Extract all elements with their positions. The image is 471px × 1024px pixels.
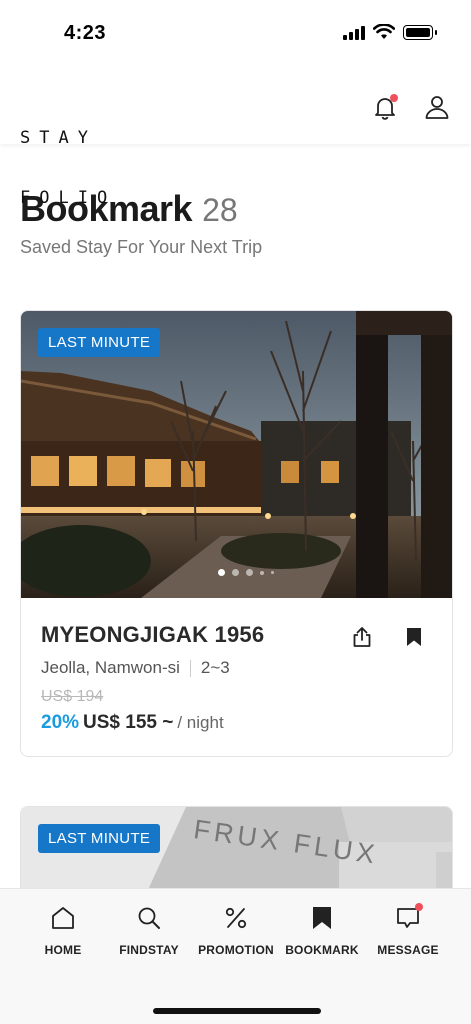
profile-button[interactable]	[422, 92, 452, 122]
stay-name[interactable]: MYEONGJIGAK 1956	[41, 622, 264, 648]
bookmark-page: Bookmark 28 Saved Stay For Your Next Tri…	[0, 144, 471, 888]
search-icon	[138, 907, 160, 929]
app-header: STAY FOLIO	[0, 70, 471, 208]
price-unit: / night	[177, 713, 224, 732]
nav-message-label: MESSAGE	[377, 943, 439, 957]
bookmark-toggle-button[interactable]	[401, 624, 427, 650]
pagination-dot[interactable]	[260, 570, 264, 575]
cellular-signal-icon	[343, 24, 365, 40]
stayfolio-logo[interactable]: STAY FOLIO	[20, 88, 135, 248]
nav-findstay[interactable]: FINDSTAY	[104, 903, 194, 957]
logo-line-2: FOLIO	[20, 188, 117, 208]
logo-line-1: STAY	[20, 128, 97, 148]
pagination-dot[interactable]	[232, 569, 239, 576]
notification-dot	[390, 94, 398, 102]
bookmark-icon	[313, 907, 331, 929]
status-icons	[343, 24, 437, 40]
sale-price: US$ 155 ~	[83, 712, 174, 733]
pagination-dot[interactable]	[218, 569, 225, 576]
stay-photo[interactable]: LAST MINUTE	[21, 311, 452, 598]
pagination-dot[interactable]	[246, 569, 253, 576]
bottom-navigation: HOME FINDSTAY PROMOTION BOOKMARK MESSAGE	[0, 888, 471, 1024]
stay-guests: 2~3	[200, 658, 230, 677]
last-minute-badge: LAST MINUTE	[38, 328, 161, 357]
bookmark-filled-icon	[407, 628, 421, 646]
price-row: 20% US$ 155 ~ / night	[41, 712, 224, 734]
home-indicator[interactable]	[153, 1008, 321, 1014]
nav-promotion-label: PROMOTION	[198, 943, 274, 957]
stay-card[interactable]: LAST MINUTE MYEONGJIGAK 1956 Jeolla, Nam…	[20, 310, 453, 757]
user-icon	[425, 96, 449, 119]
share-button[interactable]	[349, 624, 375, 650]
nav-bookmark-label: BOOKMARK	[285, 943, 359, 957]
status-time: 4:23	[64, 22, 107, 44]
divider	[189, 659, 191, 677]
nav-message[interactable]: MESSAGE	[363, 903, 453, 957]
nav-home-label: HOME	[44, 943, 82, 957]
stay-location-row: Jeolla, Namwon-si 2~3	[41, 658, 230, 678]
nav-home[interactable]: HOME	[18, 903, 108, 957]
app-screen: 4:23 STAY FOLIO Bookmark 28 Saved Stay F…	[0, 0, 471, 1024]
bookmark-count: 28	[202, 192, 238, 228]
pagination-dot[interactable]	[271, 571, 274, 574]
percent-icon	[225, 907, 247, 929]
status-bar: 4:23	[0, 0, 471, 70]
notifications-button[interactable]	[370, 92, 400, 122]
photo-pagination-dots[interactable]	[218, 569, 274, 576]
home-icon	[52, 907, 74, 929]
nav-findstay-label: FINDSTAY	[119, 943, 179, 957]
stay-photo[interactable]: FRUX FLUX LAST MINUTE	[21, 807, 452, 888]
stay-card[interactable]: FRUX FLUX LAST MINUTE	[20, 806, 453, 888]
message-notification-dot	[415, 903, 423, 911]
share-icon	[353, 627, 371, 647]
nav-promotion[interactable]: PROMOTION	[191, 903, 281, 957]
battery-icon	[403, 24, 437, 40]
original-price: US$ 194	[41, 688, 104, 705]
wifi-icon	[373, 24, 395, 39]
last-minute-badge: LAST MINUTE	[38, 824, 161, 853]
discount-rate: 20%	[41, 712, 80, 733]
nav-bookmark[interactable]: BOOKMARK	[277, 903, 367, 957]
stay-location: Jeolla, Namwon-si	[41, 658, 180, 677]
